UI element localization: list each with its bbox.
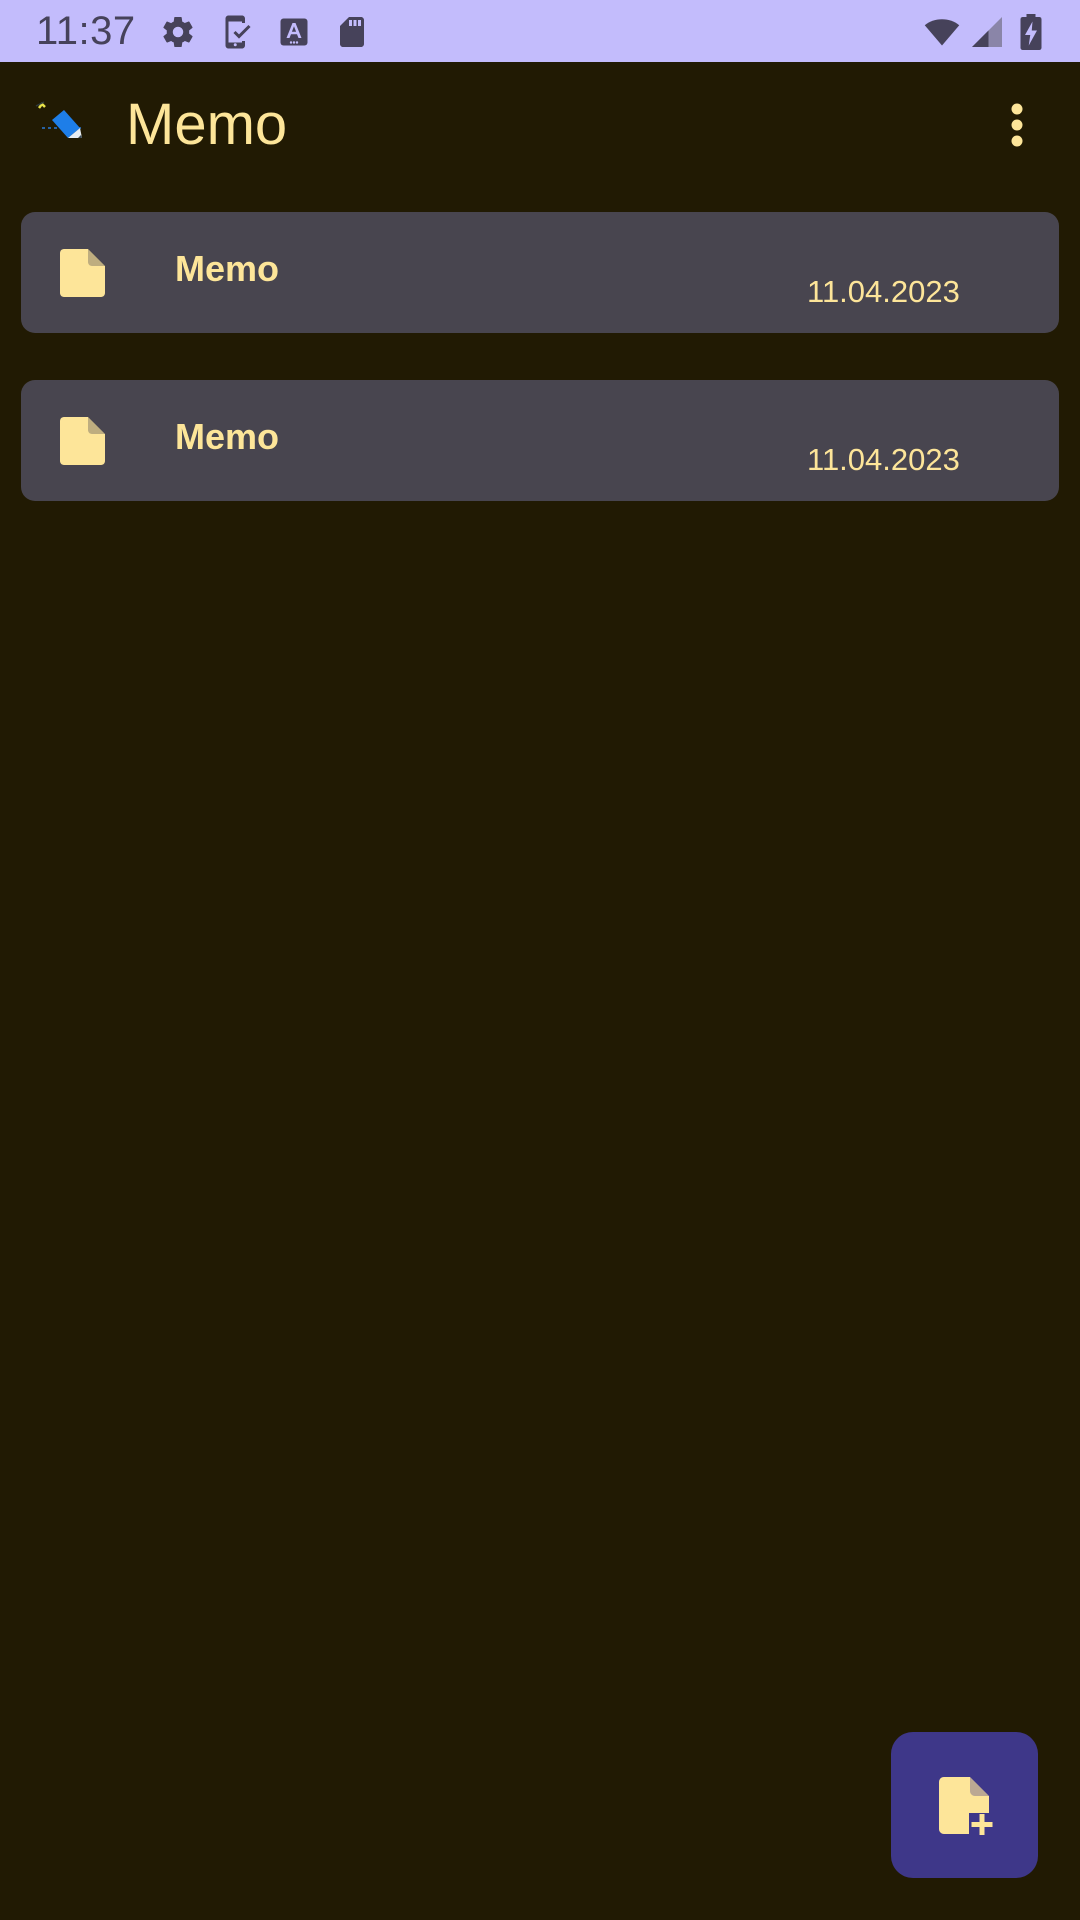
pencil-logo-icon xyxy=(34,94,90,150)
more-options-button[interactable] xyxy=(990,98,1044,152)
note-icon xyxy=(59,249,105,297)
status-bar: 11:37 xyxy=(0,0,1080,62)
wifi-icon xyxy=(920,14,964,50)
memo-title: Memo xyxy=(175,416,280,457)
app-bar: Memo xyxy=(0,62,1080,192)
memo-list-item[interactable]: Memo 11.04.2023 xyxy=(21,380,1059,501)
battery-charging-icon xyxy=(1016,14,1046,50)
note-add-icon xyxy=(939,1777,995,1835)
memo-list-item[interactable]: Memo 11.04.2023 xyxy=(21,212,1059,333)
add-memo-button[interactable] xyxy=(891,1732,1038,1878)
memo-date: 11.04.2023 xyxy=(807,442,960,477)
settings-icon xyxy=(160,14,196,50)
memo-list: Memo 11.04.2023 Memo 11.04.2023 xyxy=(21,212,1059,548)
memo-title: Memo xyxy=(175,248,280,289)
app-title: Memo xyxy=(126,92,288,157)
status-time: 11:37 xyxy=(36,9,136,53)
phone-check-icon xyxy=(218,14,254,50)
text-a-icon xyxy=(276,14,312,50)
signal-icon xyxy=(968,14,1006,50)
more-vertical-icon xyxy=(1011,103,1023,147)
note-icon xyxy=(59,417,105,465)
sd-card-icon xyxy=(334,14,370,50)
memo-date: 11.04.2023 xyxy=(807,274,960,309)
